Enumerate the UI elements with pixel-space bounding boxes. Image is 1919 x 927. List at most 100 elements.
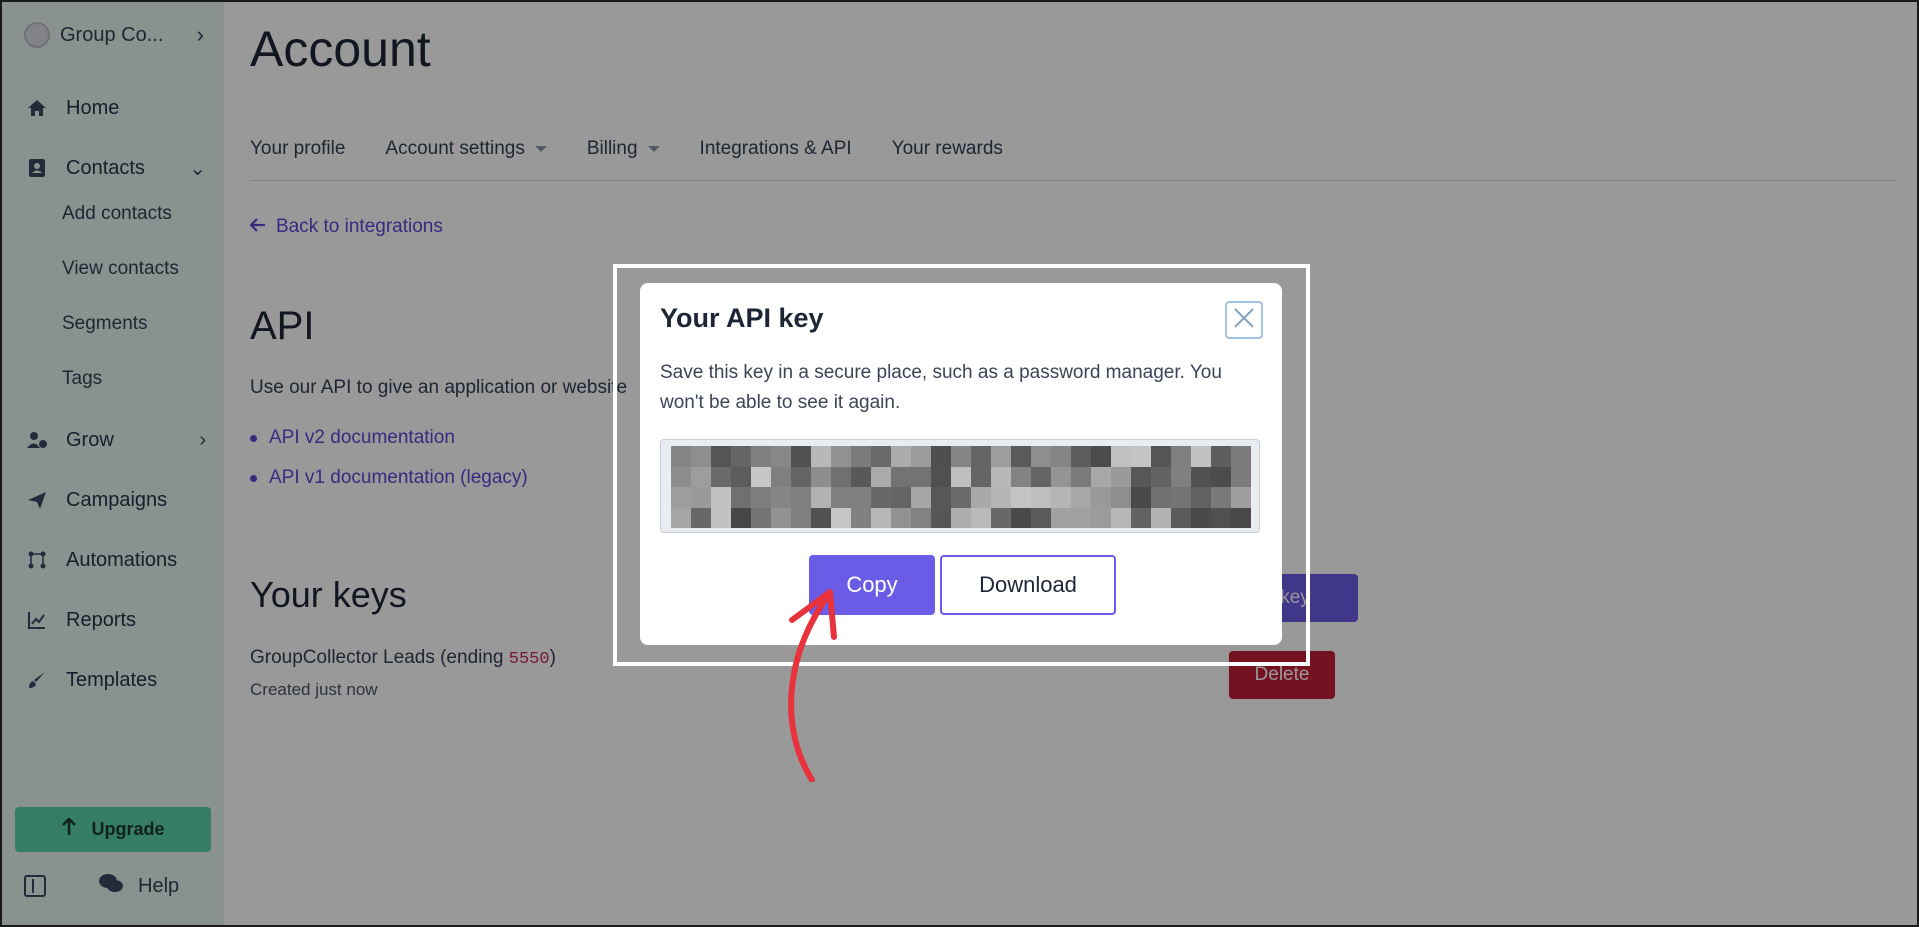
redaction-cell: [831, 487, 851, 508]
redaction-cell: [731, 446, 751, 467]
redaction-cell: [791, 507, 811, 528]
redaction-cell: [1171, 466, 1191, 487]
redaction-cell: [971, 466, 991, 487]
redaction-cell: [1091, 446, 1111, 467]
redaction-cell: [931, 507, 951, 528]
redaction-cell: [1111, 446, 1131, 467]
redaction-cell: [971, 446, 991, 467]
redaction-cell: [1091, 466, 1111, 487]
redaction-cell: [1211, 487, 1231, 508]
redaction-cell: [851, 466, 871, 487]
redaction-cell: [1131, 487, 1151, 508]
redaction-cell: [691, 466, 711, 487]
redaction-cell: [951, 446, 971, 467]
redaction-cell: [1051, 446, 1071, 467]
redaction-cell: [951, 487, 971, 508]
redaction-cell: [1211, 446, 1231, 467]
redaction-cell: [1111, 466, 1131, 487]
annotation-arrow-icon: [788, 589, 837, 782]
redaction-cell: [1211, 507, 1231, 528]
redaction-cell: [711, 466, 731, 487]
redacted-key-pixelation: [671, 446, 1251, 528]
redaction-cell: [1071, 446, 1091, 467]
redaction-cell: [751, 446, 771, 467]
redaction-cell: [1071, 487, 1091, 508]
redaction-cell: [1051, 487, 1071, 508]
redaction-cell: [1231, 487, 1251, 508]
redaction-cell: [791, 466, 811, 487]
redaction-cell: [891, 466, 911, 487]
redaction-cell: [1231, 446, 1251, 467]
redaction-cell: [971, 487, 991, 508]
redaction-cell: [1151, 507, 1171, 528]
redaction-cell: [1011, 446, 1031, 467]
api-key-field[interactable]: [660, 439, 1260, 533]
redaction-cell: [751, 487, 771, 508]
redaction-cell: [711, 507, 731, 528]
redaction-cell: [671, 507, 691, 528]
close-icon: [1232, 306, 1256, 335]
redaction-cell: [1171, 487, 1191, 508]
redaction-cell: [891, 507, 911, 528]
redaction-cell: [1091, 487, 1111, 508]
redaction-cell: [711, 446, 731, 467]
redaction-cell: [1191, 487, 1211, 508]
redaction-cell: [1051, 507, 1071, 528]
redaction-cell: [1191, 466, 1211, 487]
redaction-cell: [871, 466, 891, 487]
redaction-cell: [951, 507, 971, 528]
redaction-cell: [1051, 466, 1071, 487]
redaction-cell: [1171, 507, 1191, 528]
redaction-cell: [751, 507, 771, 528]
redaction-cell: [1131, 466, 1151, 487]
modal-description: Save this key in a secure place, such as…: [660, 362, 1222, 413]
redaction-cell: [691, 507, 711, 528]
redaction-cell: [731, 507, 751, 528]
redaction-cell: [1031, 446, 1051, 467]
redaction-cell: [851, 487, 871, 508]
redaction-cell: [831, 466, 851, 487]
redaction-cell: [771, 466, 791, 487]
redaction-cell: [1011, 466, 1031, 487]
redaction-cell: [771, 507, 791, 528]
redaction-cell: [931, 466, 951, 487]
redaction-cell: [1031, 507, 1051, 528]
modal-title: Your API key: [660, 303, 824, 333]
redaction-cell: [691, 446, 711, 467]
close-button[interactable]: [1225, 301, 1263, 339]
redaction-cell: [891, 487, 911, 508]
redaction-cell: [791, 446, 811, 467]
redaction-cell: [1091, 507, 1111, 528]
api-key-modal: Your API key Save this key in a secure p…: [640, 283, 1282, 645]
redaction-cell: [1191, 507, 1211, 528]
app-window: Group Co... › Home Contacts ⌄ Add contac…: [2, 2, 1917, 925]
redaction-cell: [791, 487, 811, 508]
redaction-cell: [811, 466, 831, 487]
redaction-cell: [1111, 507, 1131, 528]
redaction-cell: [991, 507, 1011, 528]
redaction-cell: [891, 446, 911, 467]
redaction-cell: [911, 446, 931, 467]
redaction-cell: [931, 446, 951, 467]
redaction-cell: [1071, 507, 1091, 528]
redaction-cell: [1151, 446, 1171, 467]
redaction-cell: [751, 466, 771, 487]
redaction-cell: [871, 487, 891, 508]
redaction-cell: [1111, 487, 1131, 508]
redaction-cell: [911, 507, 931, 528]
redaction-cell: [1171, 446, 1191, 467]
redaction-cell: [671, 446, 691, 467]
redaction-cell: [1151, 487, 1171, 508]
redaction-cell: [811, 487, 831, 508]
download-button[interactable]: Download: [940, 555, 1116, 615]
redaction-cell: [1151, 466, 1171, 487]
redaction-cell: [911, 487, 931, 508]
redaction-cell: [991, 487, 1011, 508]
redaction-cell: [771, 487, 791, 508]
redaction-cell: [771, 446, 791, 467]
redaction-cell: [1231, 507, 1251, 528]
redaction-cell: [731, 487, 751, 508]
redaction-cell: [1011, 487, 1031, 508]
redaction-cell: [951, 466, 971, 487]
redaction-cell: [1191, 446, 1211, 467]
